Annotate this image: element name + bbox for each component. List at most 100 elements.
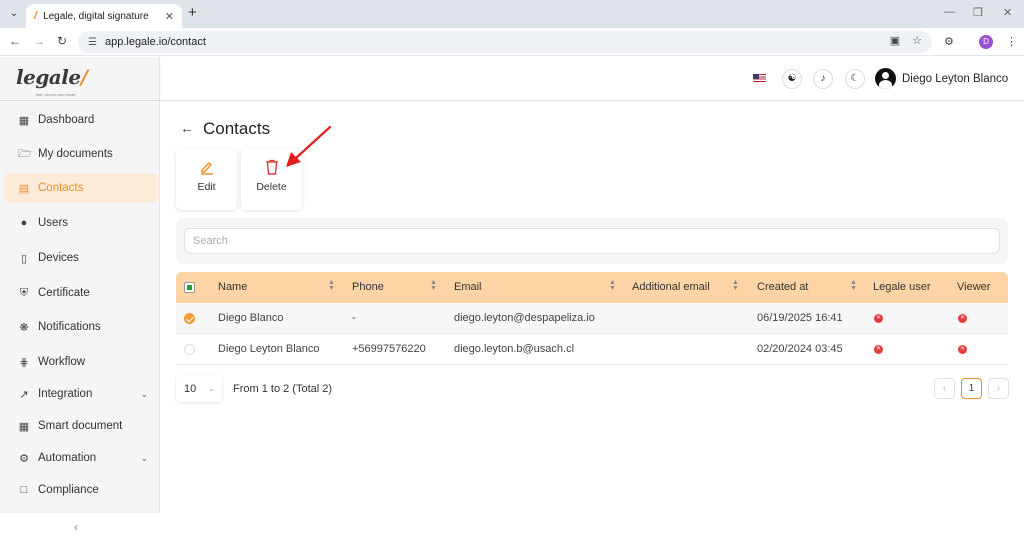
sidebar-item-label: Integration [38, 388, 93, 400]
moon-icon[interactable]: ☾ [845, 69, 865, 89]
close-window-icon[interactable]: ✕ [1003, 6, 1012, 19]
sidebar-item-label: Certificate [38, 287, 90, 299]
workflow-icon: ⋕ [19, 356, 29, 369]
shield-icon: ⛨ [19, 286, 29, 299]
sidebar-footer: ‹ [0, 512, 160, 542]
dashboard-icon: ▦ [18, 114, 30, 127]
tab-search-icon[interactable]: ⌄ [6, 6, 22, 22]
new-tab-icon[interactable]: + [188, 5, 197, 21]
edit-button[interactable]: Edit [176, 148, 237, 210]
forward-icon[interactable]: → [33, 34, 45, 48]
cell-created-at: 02/20/2024 03:45 [757, 343, 843, 355]
bookmark-star-icon[interactable]: ☆ [912, 34, 922, 47]
sidebar-item-integration[interactable]: ↗ Integration ⌄ [4, 379, 158, 409]
edit-label: Edit [197, 181, 216, 193]
sidebar-item-label: Contacts [38, 182, 84, 194]
search-input[interactable] [184, 228, 1000, 254]
sidebar-item-workflow[interactable]: ⋕ Workflow [4, 347, 158, 377]
sidebar-item-users[interactable]: ● Users [4, 208, 158, 238]
sidebar: legale/ fast, secure and smart ▦ Dashboa… [0, 57, 160, 542]
sidebar-item-compliance[interactable]: □ Compliance [4, 475, 158, 505]
page-size-select[interactable]: 10 ⌄ [176, 376, 222, 402]
main-content: ← Contacts Edit Delete Name ▲▼ Phone ▲▼ … [161, 102, 1024, 542]
contacts-table: Name ▲ ▼ Phone ▲ ▼ Email ▲ ▼ Additional ema… [176, 272, 1008, 365]
column-header-legale-user: Legale user [873, 281, 931, 293]
sort-icon[interactable]: ▲ ▼ [609, 279, 616, 292]
delete-label: Delete [256, 181, 287, 193]
sidebar-item-notifications[interactable]: ❋ Notifications [4, 312, 158, 342]
column-header-email[interactable]: Email [454, 272, 482, 303]
reload-icon[interactable]: ↻ [57, 34, 67, 48]
profile-avatar[interactable]: D [979, 35, 993, 49]
bell-icon[interactable]: ♪ [813, 69, 833, 89]
address-bar[interactable]: ☰ app.legale.io/contact ▣ ☆ [78, 31, 932, 53]
viewer-no-icon: ✕ [958, 345, 967, 354]
url-text: app.legale.io/contact [104, 36, 206, 48]
bell-icon: ❋ [19, 321, 29, 334]
us-flag-icon[interactable] [753, 74, 766, 83]
sidebar-item-automation[interactable]: ⚙ Automation ⌄ [4, 443, 158, 473]
row-checkbox[interactable] [184, 344, 195, 355]
folder-icon: 🗁 [18, 147, 32, 160]
chevron-left-icon[interactable]: ‹ [74, 520, 78, 534]
install-app-icon[interactable]: ▣ [890, 34, 900, 47]
column-header-additional-email[interactable]: Additional email [632, 272, 710, 303]
page-button-current[interactable]: 1 [961, 378, 982, 399]
cell-email: diego.leyton@despapeliza.io [454, 312, 595, 324]
minimize-icon[interactable]: — [944, 6, 955, 18]
sidebar-item-certificate[interactable]: ⛨ Certificate [4, 278, 158, 308]
cell-phone: - [352, 312, 356, 324]
divider [0, 100, 160, 101]
site-info-icon[interactable]: ☰ [88, 37, 97, 48]
next-page-button[interactable]: › [988, 378, 1009, 399]
cell-created-at: 06/19/2025 16:41 [757, 312, 843, 324]
sidebar-item-smart-document[interactable]: ▦ Smart document [4, 411, 158, 441]
close-tab-icon[interactable]: ✕ [165, 10, 174, 23]
page-title: Contacts [203, 119, 271, 138]
sidebar-item-label: Devices [38, 252, 79, 264]
page-size-value: 10 [184, 383, 197, 395]
sort-icon[interactable]: ▲ ▼ [732, 279, 739, 292]
logo-text: legale [16, 65, 81, 89]
delete-button[interactable]: Delete [241, 148, 302, 210]
user-name[interactable]: Diego Leyton Blanco [902, 73, 1008, 85]
pagination-range-text: From 1 to 2 (Total 2) [233, 383, 333, 395]
column-header-created-at[interactable]: Created at [757, 272, 808, 303]
avatar[interactable] [875, 68, 896, 89]
restore-icon[interactable]: ❐ [973, 6, 983, 19]
tab-title: Legale, digital signature [43, 10, 149, 22]
column-header-viewer: Viewer [957, 281, 991, 293]
chevron-down-icon: ⌄ [208, 384, 215, 393]
chat-icon: □ [20, 484, 28, 496]
app-header: ☯ ♪ ☾ Diego Leyton Blanco [161, 57, 1024, 101]
legale-logo[interactable]: legale/ fast, secure and smart [16, 65, 106, 97]
back-arrow-icon[interactable]: ← [180, 120, 194, 136]
sort-icon[interactable]: ▲ ▼ [328, 279, 335, 292]
back-icon[interactable]: ← [9, 34, 21, 48]
sidebar-item-my-documents[interactable]: 🗁 My documents [4, 139, 158, 169]
table-row[interactable]: Diego Blanco - diego.leyton@despapeliza.… [176, 303, 1008, 334]
sidebar-item-label: Notifications [38, 321, 101, 333]
row-checkbox[interactable] [184, 313, 195, 324]
browser-tab[interactable]: / Legale, digital signature ✕ [26, 4, 182, 28]
sidebar-item-dashboard[interactable]: ▦ Dashboard [4, 105, 158, 135]
headset-icon[interactable]: ☯ [782, 69, 802, 89]
cell-name: Diego Leyton Blanco [218, 343, 320, 355]
extensions-icon[interactable]: ⚙ [944, 35, 954, 48]
browser-menu-icon[interactable]: ⋮ [1006, 35, 1017, 48]
column-header-phone[interactable]: Phone [352, 272, 384, 303]
sidebar-item-label: My documents [38, 148, 113, 160]
sort-icon[interactable]: ▲ ▼ [850, 279, 857, 292]
chevron-down-icon: ⌄ [140, 388, 148, 399]
sidebar-item-devices[interactable]: ▯ Devices [4, 243, 158, 273]
sidebar-item-label: Automation [38, 452, 97, 464]
sort-icon[interactable]: ▲ ▼ [430, 279, 437, 292]
table-row[interactable]: Diego Leyton Blanco +56997576220 diego.l… [176, 334, 1008, 365]
sidebar-item-label: Smart document [38, 420, 123, 432]
sidebar-item-label: Dashboard [38, 114, 95, 126]
sidebar-item-contacts[interactable]: ▤ Contacts [4, 173, 158, 203]
prev-page-button[interactable]: ‹ [934, 378, 955, 399]
select-all-checkbox[interactable] [184, 282, 195, 293]
cell-email: diego.leyton.b@usach.cl [454, 343, 575, 355]
column-header-name[interactable]: Name [218, 272, 247, 303]
